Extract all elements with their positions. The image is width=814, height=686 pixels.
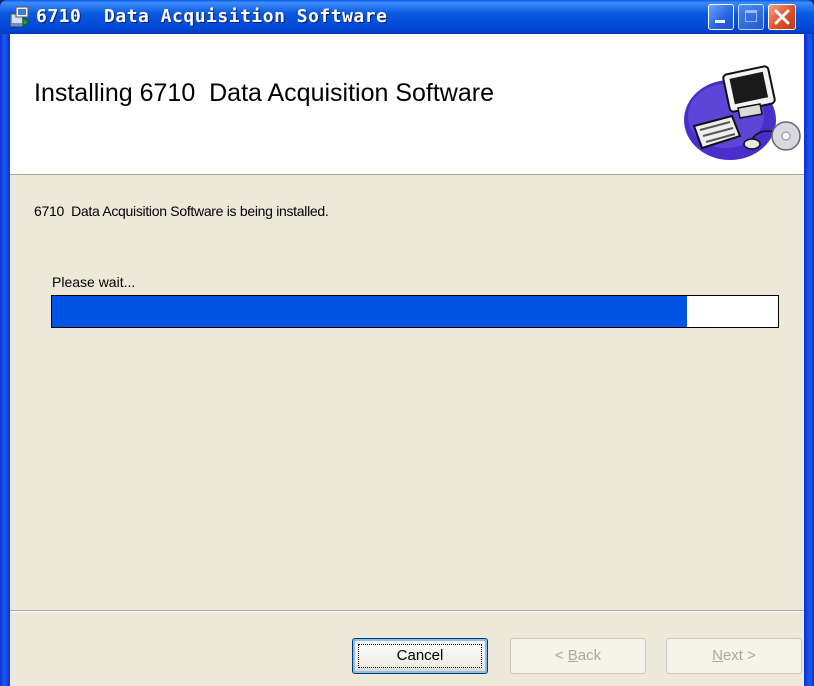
installer-icon <box>9 6 30 28</box>
install-status-text: 6710 Data Acquisition Software is being … <box>34 203 329 219</box>
maximize-icon <box>745 10 757 22</box>
maximize-button[interactable] <box>738 4 764 30</box>
header-banner: Installing 6710 Data Acquisition Softwar… <box>10 34 804 175</box>
computer-install-graphic <box>684 65 801 160</box>
back-label-rest: ack <box>577 647 602 664</box>
close-icon <box>774 9 790 25</box>
focus-rectangle <box>358 644 482 668</box>
next-button[interactable]: Next > <box>666 638 802 674</box>
title-bar[interactable]: 6710 Data Acquisition Software <box>0 0 814 34</box>
back-button[interactable]: < Back <box>510 638 646 674</box>
window-frame-left <box>0 34 10 686</box>
progress-fill <box>52 296 688 327</box>
next-label-rest: ext <box>722 647 743 664</box>
window-title: 6710 Data Acquisition Software <box>36 6 388 27</box>
page-title: Installing 6710 Data Acquisition Softwar… <box>34 79 494 107</box>
please-wait-label: Please wait... <box>52 274 136 290</box>
footer-separator <box>10 610 804 612</box>
install-progress-bar <box>51 295 779 328</box>
minimize-button[interactable] <box>708 4 734 30</box>
next-arrow: > <box>742 647 756 664</box>
cancel-button[interactable]: Cancel <box>352 638 488 674</box>
dialog-client-area: Installing 6710 Data Acquisition Softwar… <box>10 34 804 686</box>
installer-window: 6710 Data Acquisition Software Installin… <box>0 0 814 686</box>
window-frame-right <box>804 34 814 686</box>
back-arrow: < <box>554 647 568 664</box>
back-mnemonic: B <box>567 647 578 664</box>
next-mnemonic: N <box>712 647 723 664</box>
close-button[interactable] <box>768 4 796 30</box>
minimize-icon <box>715 20 725 23</box>
